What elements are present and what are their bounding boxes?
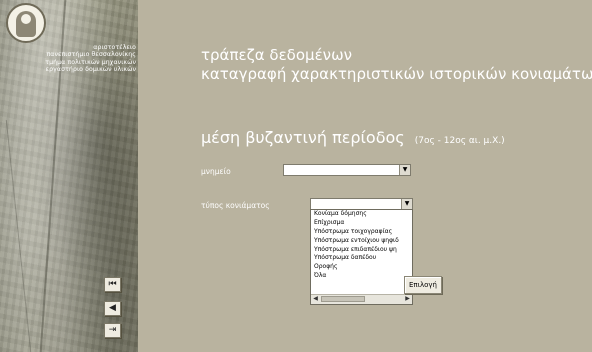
dropdown-option[interactable]: Επίχρισμα [311, 219, 412, 228]
stone-texture-crack [5, 120, 32, 352]
dropdown-option[interactable]: Κονίαμα δόμησης [311, 210, 412, 219]
exit-button[interactable]: ⇥ [104, 323, 121, 338]
scrollbar-thumb[interactable] [321, 296, 365, 302]
dropdown-option[interactable]: Υπόστρωμα εντοίχιου ψηφιδ [311, 237, 412, 246]
scroll-left-icon[interactable]: ◀ [311, 295, 320, 303]
chevron-down-icon[interactable]: ▼ [401, 199, 412, 209]
period-dates: (7ος - 12ος αι. μ.Χ.) [414, 136, 505, 146]
institution-laboratory: εργαστήριο δομικών υλικών [45, 66, 136, 74]
exit-door-icon: ⇥ [108, 325, 117, 335]
mortar-type-dropdown-list: Κονίαμα δόμησης Επίχρισμα Υπόστρωμα τοιχ… [310, 209, 413, 305]
sidebar: αριστοτέλειο πανεπιστήμιο θεσσαλονίκης τ… [0, 0, 138, 352]
university-logo [6, 3, 46, 43]
institution-city: πανεπιστήμιο θεσσαλονίκης [46, 51, 136, 59]
skip-to-start-icon: ⏮ [108, 279, 117, 289]
period-heading: μέση βυζαντινή περίοδος (7ος - 12ος αι. … [201, 128, 505, 147]
dropdown-option[interactable]: Οροφής [311, 263, 412, 272]
dropdown-option[interactable]: Υπόστρωμα τοιχογραφίας [311, 228, 412, 237]
period-name: μέση βυζαντινή περίοδος [201, 128, 405, 147]
monument-label: μνημείο [201, 167, 231, 176]
logo-figure-head [21, 14, 31, 24]
page-subtitle: καταγραφή χαρακτηριστικών ιστορικών κονι… [201, 65, 592, 83]
arrow-left-icon: ◀ [109, 303, 116, 313]
first-record-button[interactable]: ⏮ [104, 277, 121, 292]
institution-block: αριστοτέλειο πανεπιστήμιο θεσσαλονίκης τ… [2, 44, 136, 74]
app-window: αριστοτέλειο πανεπιστήμιο θεσσαλονίκης τ… [0, 0, 592, 352]
chevron-down-icon[interactable]: ▼ [399, 165, 410, 175]
select-button[interactable]: Επιλογή [404, 276, 442, 294]
dropdown-option[interactable]: Υπόστρωμα επιδαπέδιου ψη [311, 246, 412, 255]
back-button[interactable]: ◀ [104, 301, 121, 316]
scroll-right-icon[interactable]: ▶ [403, 295, 412, 303]
dropdown-option[interactable]: Υπόστρωμα δαπέδου [311, 254, 412, 263]
horizontal-scrollbar[interactable]: ◀ ▶ [311, 294, 412, 304]
page-title: τράπεζα δεδομένων [201, 46, 353, 64]
monument-select[interactable]: ▼ [283, 164, 411, 176]
main-panel: τράπεζα δεδομένων καταγραφή χαρακτηριστι… [138, 0, 592, 352]
mortar-type-label: τύπος κονιάματος [201, 201, 270, 210]
dropdown-option[interactable]: Όλα [311, 272, 412, 281]
